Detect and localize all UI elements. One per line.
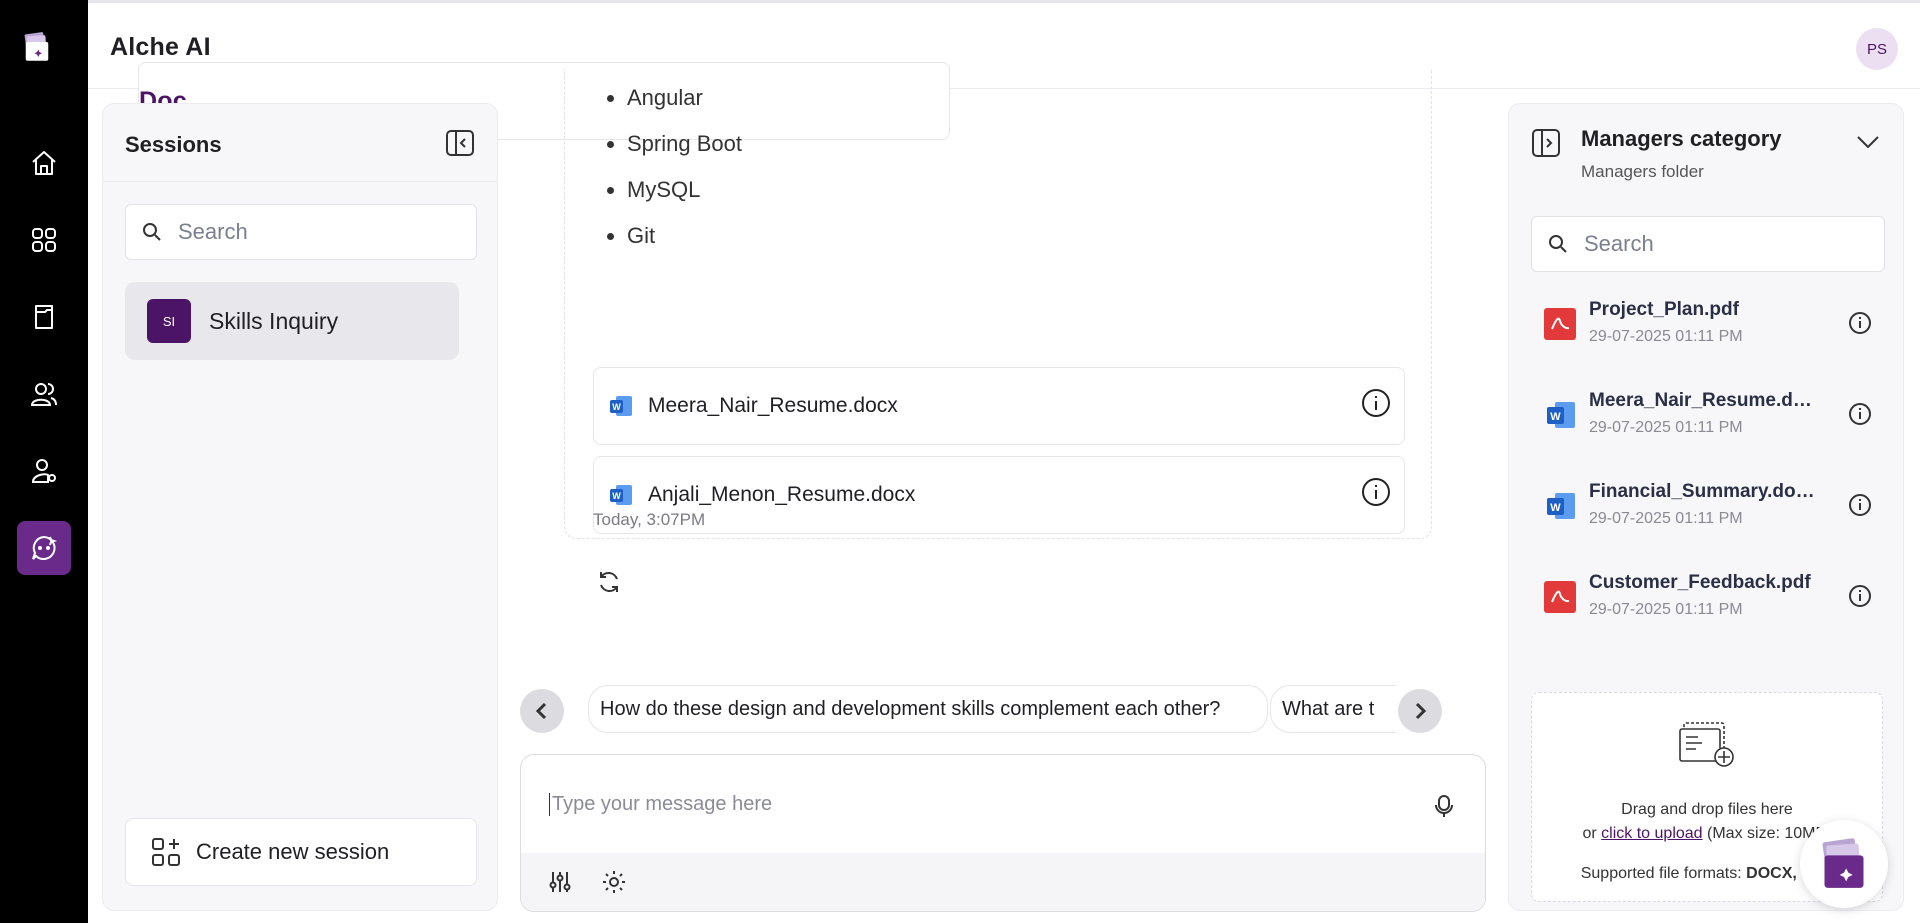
brand-title: Alche Doc AI bbox=[110, 33, 950, 140]
file-item[interactable]: Project_Plan.pdf 29-07-2025 01:11 PM bbox=[1543, 297, 1883, 377]
skill-item: Angular bbox=[627, 75, 742, 121]
svg-text:W: W bbox=[1550, 502, 1561, 514]
message-input[interactable]: Type your message here bbox=[549, 793, 772, 816]
sessions-search-input[interactable]: Search bbox=[125, 204, 477, 260]
skill-item: Spring Boot bbox=[627, 121, 742, 167]
assistant-message: Angular Spring Boot MySQL Git W Meera_Na… bbox=[564, 69, 1432, 539]
assistant-logo-icon bbox=[1822, 838, 1864, 888]
pdf-file-icon bbox=[1544, 581, 1576, 613]
click-to-upload-link[interactable]: click to upload bbox=[1601, 825, 1702, 842]
skill-item: Git bbox=[627, 213, 742, 259]
file-name: Meera_Nair_Resume.docx bbox=[1589, 390, 1815, 411]
suggestions-prev-button[interactable] bbox=[520, 689, 564, 733]
regenerate-icon[interactable] bbox=[596, 569, 622, 595]
assistant-fab-button[interactable] bbox=[1800, 820, 1888, 908]
message-timestamp: Today, 3:07PM bbox=[593, 510, 706, 529]
file-date: 29-07-2025 01:11 PM bbox=[1589, 510, 1743, 527]
pdf-file-icon bbox=[1544, 308, 1576, 340]
home-icon bbox=[32, 151, 56, 175]
folder-icon bbox=[35, 305, 53, 329]
info-icon[interactable] bbox=[1360, 387, 1392, 419]
chevron-left-icon bbox=[535, 702, 547, 720]
file-name: Financial_Summary.docx bbox=[1589, 481, 1815, 502]
nav-chat-bot[interactable] bbox=[17, 521, 71, 575]
word-file-icon: W bbox=[1547, 493, 1575, 519]
session-label: Skills Inquiry bbox=[209, 307, 339, 334]
file-name: Project_Plan.pdf bbox=[1589, 299, 1739, 320]
file-date: 29-07-2025 01:11 PM bbox=[1589, 601, 1743, 618]
suggestions-next-button[interactable] bbox=[1398, 689, 1442, 733]
file-item[interactable]: W Financial_Summary.docx 29-07-2025 01:1… bbox=[1543, 479, 1883, 559]
microphone-icon[interactable] bbox=[1431, 793, 1457, 819]
info-icon[interactable] bbox=[1847, 401, 1873, 427]
panel-title: Managers category bbox=[1581, 126, 1782, 151]
gear-icon[interactable] bbox=[601, 869, 627, 895]
sessions-panel: Sessions Search SI Skills Inquiry Create… bbox=[102, 103, 498, 911]
search-icon bbox=[143, 223, 161, 241]
nav-dashboard[interactable] bbox=[17, 213, 71, 267]
nav-user-settings[interactable] bbox=[17, 444, 71, 498]
nav-users[interactable] bbox=[17, 367, 71, 421]
session-item[interactable]: SI Skills Inquiry bbox=[125, 282, 459, 360]
upload-instructions: Drag and drop files here bbox=[1621, 801, 1793, 818]
add-grid-icon bbox=[152, 838, 180, 866]
suggestion-chip[interactable]: What are t bbox=[1270, 685, 1396, 733]
chat-area: Angular Spring Boot MySQL Git W Meera_Na… bbox=[520, 69, 1486, 923]
skill-item: MySQL bbox=[627, 167, 742, 213]
suggestion-chip[interactable]: How do these design and development skil… bbox=[588, 685, 1268, 733]
file-item[interactable]: W Meera_Nair_Resume.docx 29-07-2025 01:1… bbox=[1543, 388, 1883, 468]
word-file-icon: W bbox=[610, 485, 632, 505]
word-file-icon: W bbox=[1547, 402, 1575, 428]
users-icon bbox=[30, 383, 57, 406]
composer-toolbar bbox=[521, 853, 1485, 911]
svg-text:W: W bbox=[1550, 411, 1561, 423]
grid-icon bbox=[32, 228, 56, 252]
source-document[interactable]: W Anjali_Menon_Resume.docx bbox=[593, 456, 1405, 534]
word-file-icon: W bbox=[610, 396, 632, 416]
info-icon[interactable] bbox=[1847, 310, 1873, 336]
nav-folders[interactable] bbox=[17, 290, 71, 344]
message-composer: Type your message here bbox=[520, 754, 1486, 912]
upload-files-icon bbox=[1679, 722, 1734, 767]
file-item[interactable]: Customer_Feedback.pdf 29-07-2025 01:11 P… bbox=[1543, 570, 1883, 650]
nav-home[interactable] bbox=[17, 136, 71, 190]
source-document[interactable]: W Meera_Nair_Resume.docx bbox=[593, 367, 1405, 445]
nav-rail bbox=[0, 0, 88, 923]
file-date: 29-07-2025 01:11 PM bbox=[1589, 328, 1743, 345]
session-badge: SI bbox=[147, 299, 191, 343]
file-date: 29-07-2025 01:11 PM bbox=[1589, 419, 1743, 436]
app-logo-icon[interactable] bbox=[22, 32, 66, 80]
user-settings-icon bbox=[31, 459, 56, 483]
svg-text:W: W bbox=[612, 491, 621, 501]
chevron-right-icon bbox=[1415, 702, 1427, 720]
sessions-title: Sessions bbox=[125, 132, 222, 157]
file-name: Customer_Feedback.pdf bbox=[1589, 572, 1811, 593]
chevron-down-icon[interactable] bbox=[1855, 132, 1881, 152]
panel-subtitle: Managers folder bbox=[1581, 162, 1704, 181]
documents-panel: Managers category Managers folder Search… bbox=[1508, 103, 1904, 911]
skills-list: Angular Spring Boot MySQL Git bbox=[627, 75, 742, 259]
info-icon[interactable] bbox=[1847, 492, 1873, 518]
documents-search-input[interactable]: Search bbox=[1531, 216, 1885, 272]
svg-text:W: W bbox=[612, 402, 621, 412]
create-session-button[interactable]: Create new session bbox=[125, 818, 477, 886]
info-icon[interactable] bbox=[1360, 476, 1392, 508]
info-icon[interactable] bbox=[1847, 583, 1873, 609]
avatar[interactable]: PS bbox=[1856, 28, 1898, 70]
chat-bot-icon bbox=[32, 535, 58, 560]
sliders-icon[interactable] bbox=[547, 869, 573, 895]
sessions-header: Sessions bbox=[103, 104, 497, 182]
collapse-sidebar-icon[interactable] bbox=[445, 129, 475, 157]
search-icon bbox=[1549, 235, 1567, 253]
expand-panel-icon[interactable] bbox=[1531, 128, 1561, 158]
